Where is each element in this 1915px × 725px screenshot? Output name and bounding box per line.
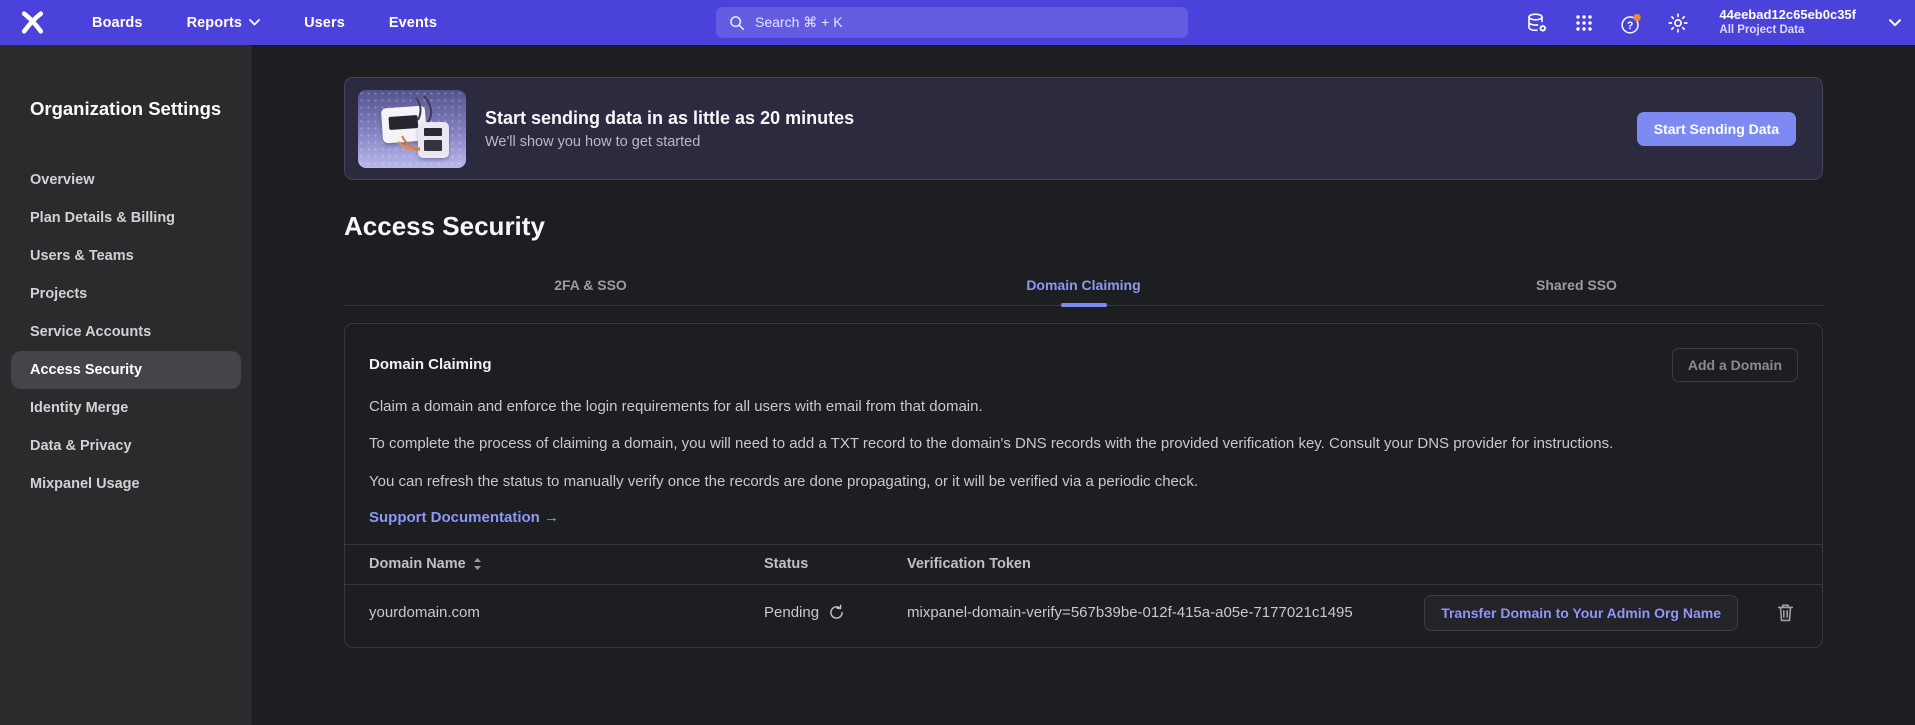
data-management-icon[interactable] [1525,11,1549,35]
column-header-verification-token: Verification Token [907,556,1738,572]
column-header-domain-name[interactable]: Domain Name [369,556,764,572]
column-header-label: Verification Token [907,556,1031,572]
add-domain-button[interactable]: Add a Domain [1672,348,1798,382]
column-header-status: Status [764,556,907,572]
org-id: 44eebad12c65eb0c35f [1719,7,1856,23]
sidebar-item-plan-details-billing[interactable]: Plan Details & Billing [0,199,252,237]
project-scope: All Project Data [1719,23,1856,37]
refresh-icon [828,604,845,621]
table-header-row: Domain Name Status Verification Token [345,545,1822,585]
banner-text: Start sending data in as little as 20 mi… [485,108,854,150]
apps-grid-icon[interactable] [1572,11,1596,35]
column-header-label: Status [764,556,808,572]
chevron-down-icon [1889,19,1901,27]
domain-name-cell: yourdomain.com [369,604,764,621]
nav-item-boards[interactable]: Boards [92,15,143,31]
delete-domain-button[interactable] [1773,599,1798,626]
nav-item-label: Boards [92,15,143,31]
tab-shared-sso[interactable]: Shared SSO [1330,265,1823,305]
search-placeholder: Search ⌘ + K [755,14,843,31]
primary-nav: Boards Reports Users Events [92,15,437,31]
card-description-1: Claim a domain and enforce the login req… [345,395,1822,418]
getting-started-illustration [358,90,466,168]
tab-2fa-sso[interactable]: 2FA & SSO [344,265,837,305]
banner-subtitle: We'll show you how to get started [485,134,854,150]
column-header-label: Domain Name [369,556,466,572]
org-switcher-chevron[interactable] [1889,19,1901,27]
sidebar-item-data-privacy[interactable]: Data & Privacy [0,427,252,465]
card-header: Domain Claiming Add a Domain [345,324,1822,382]
verification-token-cell: mixpanel-domain-verify=567b39be-012f-415… [907,604,1424,621]
mixpanel-logo-icon [19,9,46,36]
domain-table-row: yourdomain.com Pending mixpanel-domain-v… [345,585,1822,641]
sidebar-item-overview[interactable]: Overview [0,161,252,199]
svg-text:?: ? [1627,19,1633,31]
notification-badge [1634,13,1641,20]
sidebar-item-service-accounts[interactable]: Service Accounts [0,313,252,351]
sidebar-item-access-security[interactable]: Access Security [11,351,241,389]
refresh-status-button[interactable] [828,604,845,621]
nav-item-reports[interactable]: Reports [187,15,261,31]
top-nav: Boards Reports Users Events Search ⌘ + K [0,0,1915,45]
card-title: Domain Claiming [369,356,492,373]
settings-sidebar: Organization Settings Overview Plan Deta… [0,45,253,725]
page-title: Access Security [344,211,1823,242]
support-documentation-link[interactable]: Support Documentation → [369,509,559,526]
start-sending-data-button[interactable]: Start Sending Data [1637,112,1796,146]
getting-started-banner: Start sending data in as little as 20 mi… [344,77,1823,180]
sidebar-item-mixpanel-usage[interactable]: Mixpanel Usage [0,465,252,503]
card-description-2: To complete the process of claiming a do… [345,432,1645,455]
card-description-3: You can refresh the status to manually v… [345,470,1822,493]
tab-domain-claiming[interactable]: Domain Claiming [837,265,1330,305]
sidebar-list: Overview Plan Details & Billing Users & … [0,161,252,503]
status-text: Pending [764,604,819,621]
chevron-down-icon [249,19,260,26]
domains-table: Domain Name Status Verification Token yo… [345,544,1822,641]
mixpanel-logo[interactable] [17,8,47,38]
sidebar-item-users-teams[interactable]: Users & Teams [0,237,252,275]
access-security-tabs: 2FA & SSO Domain Claiming Shared SSO [344,265,1823,306]
nav-item-label: Reports [187,15,243,31]
sort-icon[interactable] [473,558,482,570]
status-cell: Pending [764,604,907,621]
banner-title: Start sending data in as little as 20 mi… [485,108,854,129]
nav-item-label: Events [389,15,437,31]
transfer-domain-button[interactable]: Transfer Domain to Your Admin Org Name [1424,595,1738,631]
illustration-wires [358,90,466,168]
search-input[interactable]: Search ⌘ + K [716,7,1188,38]
nav-item-events[interactable]: Events [389,15,437,31]
trash-icon [1777,603,1794,622]
nav-right-cluster: ? 44eebad12c65eb0c35f All Project Data [1525,0,1901,45]
sidebar-item-projects[interactable]: Projects [0,275,252,313]
search-icon [728,14,745,31]
main-content: Start sending data in as little as 20 mi… [254,45,1915,725]
sidebar-item-identity-merge[interactable]: Identity Merge [0,389,252,427]
sidebar-title: Organization Settings [30,98,252,120]
domain-claiming-card: Domain Claiming Add a Domain Claim a dom… [344,323,1823,648]
org-switcher[interactable]: 44eebad12c65eb0c35f All Project Data [1719,7,1856,38]
nav-item-label: Users [304,15,345,31]
help-icon[interactable]: ? [1619,11,1643,35]
settings-gear-icon[interactable] [1666,11,1690,35]
nav-item-users[interactable]: Users [304,15,345,31]
